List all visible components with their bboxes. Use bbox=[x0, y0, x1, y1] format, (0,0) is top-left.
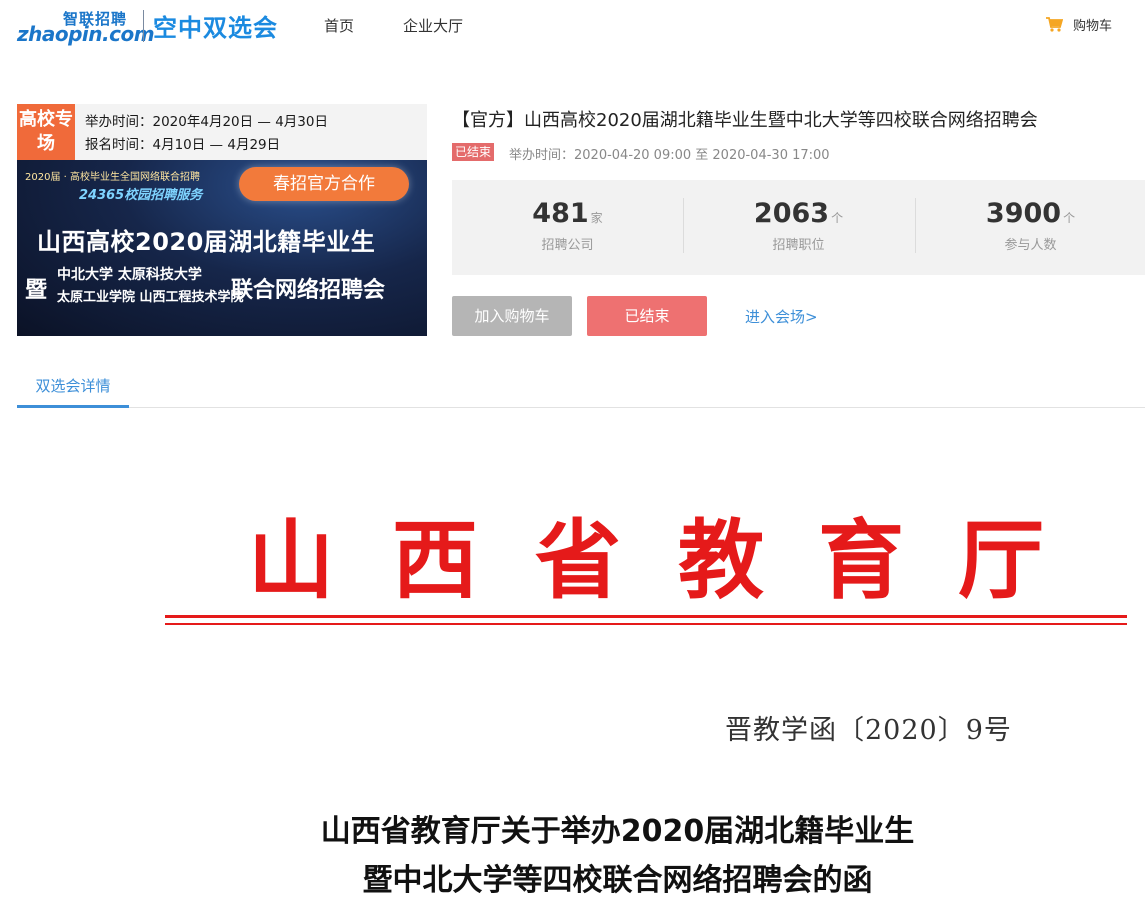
banner-signup-time: 报名时间：4月10日 — 4月29日 bbox=[85, 137, 281, 153]
letterhead-char: 西 bbox=[392, 510, 478, 611]
cart-link[interactable]: 购物车 bbox=[1046, 15, 1112, 34]
stat-companies-label: 招聘公司 bbox=[541, 238, 594, 253]
document-title-line1: 山西省教育厅关于举办2020届湖北籍毕业生 bbox=[320, 814, 915, 849]
stat-companies-unit: 家 bbox=[590, 211, 603, 225]
banner-small-text: 2020届 · 高校毕业生全国网络联合招聘 bbox=[25, 172, 200, 183]
document-number: 晋教学函〔2020〕9号 bbox=[725, 715, 1012, 746]
nav-enterprise-hall[interactable]: 企业大厅 bbox=[403, 15, 463, 36]
stat-participants-unit: 个 bbox=[1063, 211, 1076, 225]
banner-coop-badge: 春招官方合作 bbox=[239, 167, 409, 201]
document-title-line2: 暨中北大学等四校联合网络招聘会的函 bbox=[362, 863, 873, 898]
letterhead-rule bbox=[165, 615, 1127, 618]
banner-joint-text: 联合网络招聘会 bbox=[231, 278, 386, 303]
banner-hold-time: 举办时间：2020年4月20日 — 4月30日 bbox=[85, 114, 328, 130]
stat-companies-value: 481 bbox=[532, 198, 589, 229]
logo-separator bbox=[143, 10, 144, 42]
stat-companies: 481 家 招聘公司 bbox=[452, 180, 683, 275]
site-subtitle[interactable]: 空中双选会 bbox=[153, 8, 278, 43]
banner-tag: 高校专场 bbox=[17, 104, 75, 160]
detail-tab-bar: 双选会详情 bbox=[17, 366, 1145, 408]
cart-label: 购物车 bbox=[1073, 19, 1113, 34]
banner-title: 山西高校2020届湖北籍毕业生 bbox=[37, 228, 376, 256]
banner-ji: 暨 bbox=[25, 278, 48, 303]
nav-home[interactable]: 首页 bbox=[324, 15, 354, 36]
stats-panel: 481 家 招聘公司 2063 个 招聘职位 3900 个 参与人数 bbox=[452, 180, 1145, 275]
banner-universities-1: 中北大学 太原科技大学 bbox=[57, 267, 202, 283]
letterhead-char: 厅 bbox=[958, 510, 1044, 611]
letterhead-char: 教 bbox=[678, 510, 764, 611]
stat-participants-label: 参与人数 bbox=[1004, 238, 1057, 253]
banner-universities-2: 太原工业学院 山西工程技术学院 bbox=[57, 290, 244, 305]
stat-positions-value: 2063 bbox=[753, 198, 830, 229]
letterhead-char: 山 bbox=[248, 510, 334, 611]
ended-button[interactable]: 已结束 bbox=[587, 296, 707, 336]
banner-service-text: 24365校园招聘服务 bbox=[79, 188, 203, 203]
add-to-cart-button[interactable]: 加入购物车 bbox=[452, 296, 572, 336]
letterhead-char: 育 bbox=[818, 510, 904, 611]
fair-banner-image: 高校专场 举办时间：2020年4月20日 — 4月30日 报名时间：4月10日 … bbox=[17, 104, 427, 336]
zhaopin-logo[interactable]: 智联招聘 zhaopin.com bbox=[17, 8, 155, 46]
fair-time: 举办时间：2020-04-20 09:00 至 2020-04-30 17:00 bbox=[509, 148, 830, 163]
status-badge: 已结束 bbox=[452, 143, 495, 161]
cart-icon bbox=[1046, 17, 1063, 32]
letterhead-char: 省 bbox=[535, 510, 621, 611]
stat-participants: 3900 个 参与人数 bbox=[915, 180, 1145, 275]
top-header: 智联招聘 zhaopin.com 空中双选会 首页 企业大厅 购物车 bbox=[0, 0, 1145, 50]
stat-positions-unit: 个 bbox=[831, 211, 844, 225]
logo-domain-text: zhaopin.com bbox=[17, 22, 155, 46]
stat-participants-value: 3900 bbox=[985, 198, 1062, 229]
stat-positions: 2063 个 招聘职位 bbox=[683, 180, 914, 275]
document-letterhead: 山 西 省 教 育 厅 bbox=[0, 490, 1145, 611]
letterhead-rule bbox=[165, 623, 1127, 625]
enter-venue-link[interactable]: 进入会场> bbox=[745, 306, 818, 327]
stat-positions-label: 招聘职位 bbox=[772, 238, 825, 253]
tab-fair-details[interactable]: 双选会详情 bbox=[17, 366, 129, 408]
fair-title: 【官方】山西高校2020届湖北籍毕业生暨中北大学等四校联合网络招聘会 bbox=[452, 110, 1038, 131]
